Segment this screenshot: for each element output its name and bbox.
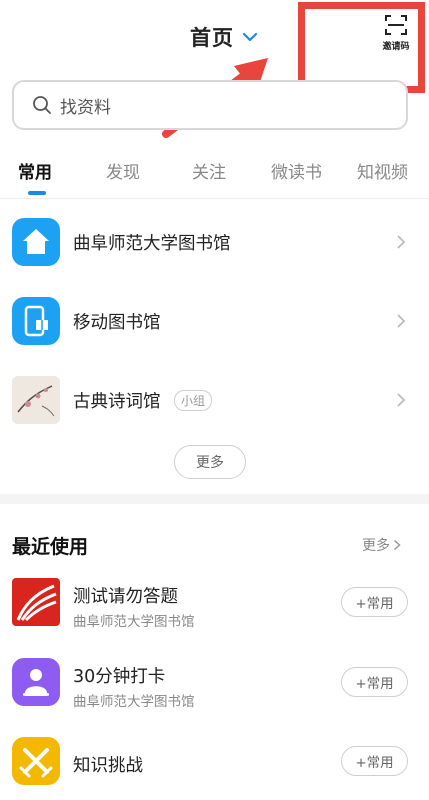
tab-micro-reading[interactable]: 微读书 bbox=[271, 158, 322, 183]
list-item-library[interactable]: 曲阜师范大学图书馆 bbox=[0, 207, 429, 277]
mobile-library-icon bbox=[12, 297, 60, 345]
active-tab-indicator bbox=[28, 191, 46, 195]
list-item-label: 移动图书馆 bbox=[73, 312, 161, 333]
add-to-common-button[interactable]: +常用 bbox=[341, 667, 408, 697]
recent-item-name: 测试请勿答题 bbox=[73, 587, 178, 607]
home-icon bbox=[12, 218, 60, 266]
recent-item-name: 30分钟打卡 bbox=[73, 667, 166, 687]
add-to-common-button[interactable]: +常用 bbox=[341, 587, 408, 617]
home-title-dropdown[interactable]: 首页 bbox=[190, 22, 258, 52]
recent-more-label: 更多 bbox=[362, 538, 390, 554]
tab-common[interactable]: 常用 bbox=[18, 158, 52, 183]
list-item-label: 曲阜师范大学图书馆 bbox=[73, 233, 231, 254]
chevron-right-icon bbox=[397, 393, 406, 407]
tab-knowledge-video[interactable]: 知视频 bbox=[357, 158, 408, 183]
invite-code-scan-button[interactable]: 邀请码 bbox=[374, 14, 418, 58]
crossed-swords-icon bbox=[12, 737, 60, 785]
tab-follow[interactable]: 关注 bbox=[192, 158, 226, 183]
recent-item-subtitle: 曲阜师范大学图书馆 bbox=[73, 694, 195, 710]
search-input[interactable]: 找资料 bbox=[12, 80, 408, 130]
chevron-right-icon bbox=[397, 314, 406, 328]
recent-item-challenge[interactable]: 知识挑战 +常用 bbox=[0, 734, 429, 800]
add-to-common-button[interactable]: +常用 bbox=[341, 746, 408, 776]
divider bbox=[0, 198, 429, 199]
chevron-right-icon bbox=[397, 235, 406, 249]
tab-bar: 常用 发现 关注 微读书 知视频 bbox=[0, 150, 429, 196]
group-badge: 小组 bbox=[174, 389, 213, 411]
recent-item-subtitle: 曲阜师范大学图书馆 bbox=[73, 614, 195, 630]
recent-item-test[interactable]: 测试请勿答题 曲阜师范大学图书馆 +常用 bbox=[0, 575, 429, 645]
scan-label: 邀请码 bbox=[382, 42, 410, 52]
check-in-icon bbox=[12, 658, 60, 706]
tab-discover[interactable]: 发现 bbox=[106, 158, 140, 183]
list-item-label: 古典诗词馆 bbox=[73, 391, 161, 412]
xuexitong-logo-icon bbox=[12, 578, 60, 626]
top-bar: 首页 邀请码 bbox=[0, 0, 429, 66]
recent-section-title: 最近使用 bbox=[12, 536, 89, 558]
list-item-mobile-library[interactable]: 移动图书馆 bbox=[0, 286, 429, 356]
search-placeholder: 找资料 bbox=[60, 97, 111, 118]
chevron-right-icon bbox=[393, 539, 401, 551]
more-button[interactable]: 更多 bbox=[174, 445, 246, 479]
page-title: 首页 bbox=[190, 26, 234, 50]
search-icon bbox=[33, 96, 51, 114]
chevron-down-icon bbox=[242, 32, 258, 42]
list-item-poetry[interactable]: 古典诗词馆 小组 bbox=[0, 365, 429, 435]
recent-more-link[interactable]: 更多 bbox=[362, 535, 401, 555]
poetry-thumbnail bbox=[12, 376, 60, 424]
section-divider bbox=[0, 494, 429, 504]
scan-icon bbox=[385, 15, 407, 35]
recent-item-checkin[interactable]: 30分钟打卡 曲阜师范大学图书馆 +常用 bbox=[0, 655, 429, 725]
recent-item-name: 知识挑战 bbox=[73, 756, 143, 776]
